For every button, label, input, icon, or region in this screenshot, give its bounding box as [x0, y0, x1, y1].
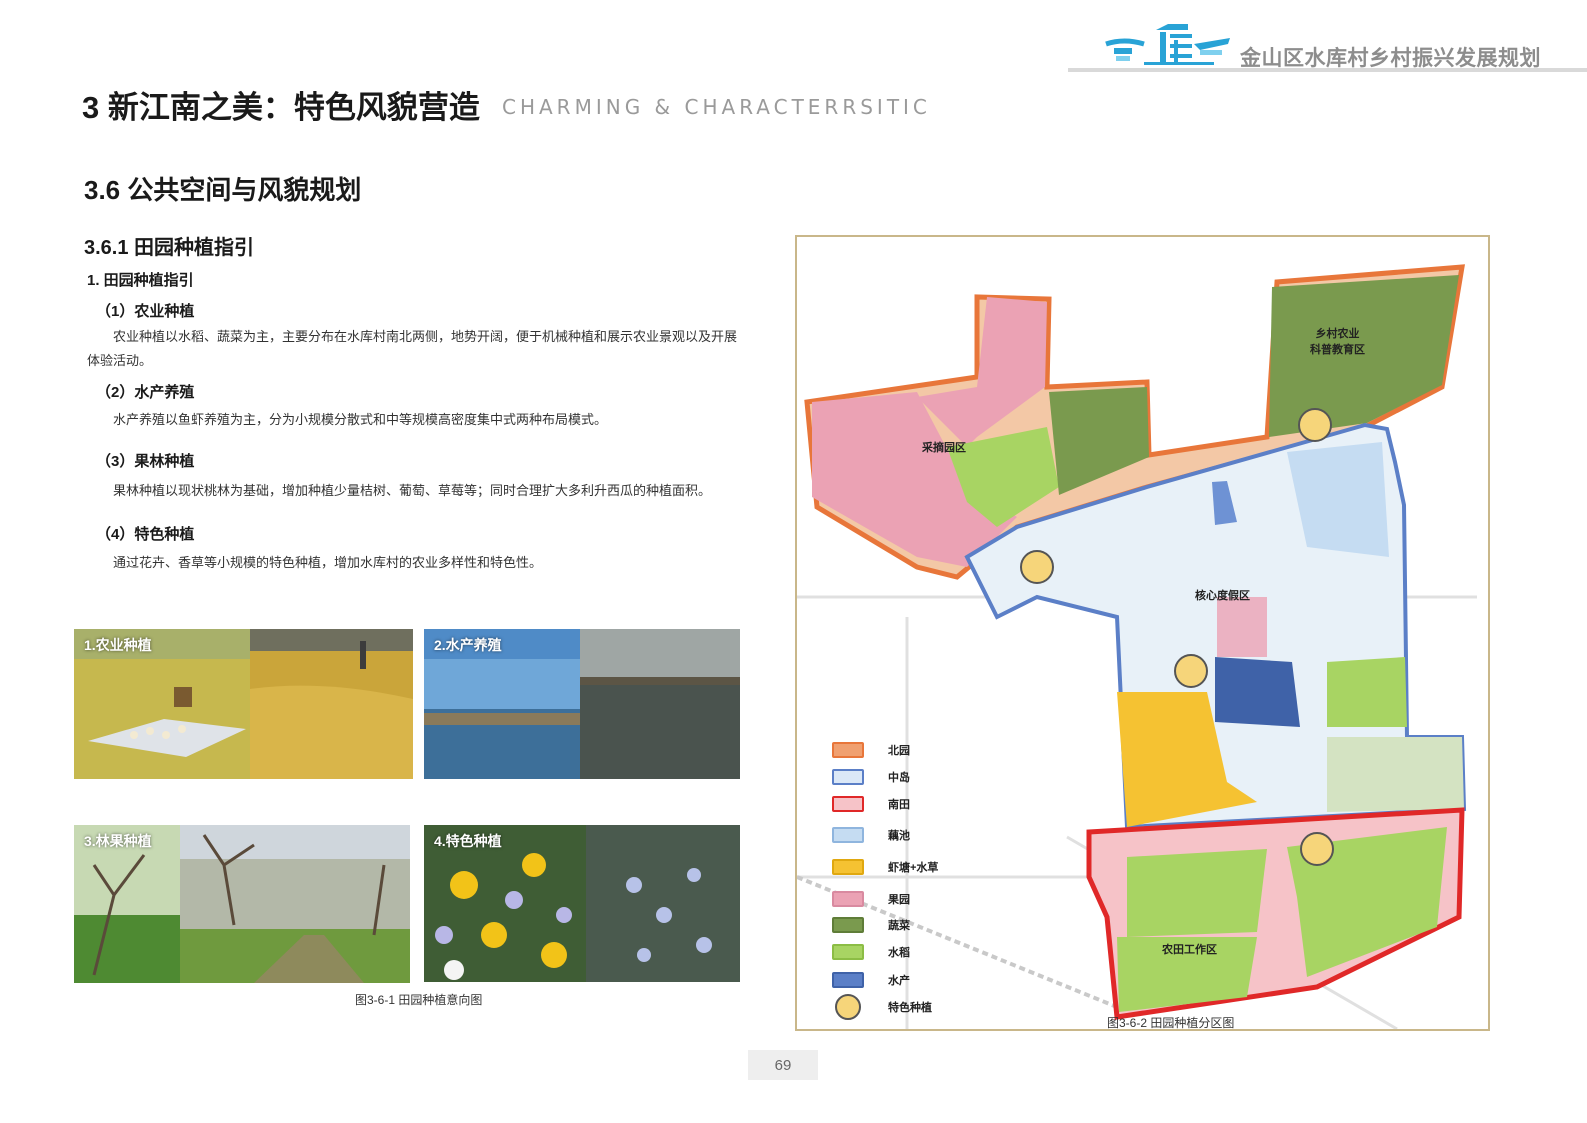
water-village-logo-icon	[1105, 24, 1230, 65]
legend-swatch	[832, 891, 864, 907]
legend-swatch	[832, 944, 864, 960]
legend-swatch	[832, 796, 864, 812]
zone-label-education-line1: 乡村农业	[1315, 328, 1360, 340]
zone-label-education-line2: 科普教育区	[1310, 344, 1365, 356]
legend-label: 南田	[888, 799, 910, 811]
photo-label: 1.农业种植	[84, 637, 152, 653]
legend-label: 藕池	[888, 830, 910, 842]
zone-label-farmland: 农田工作区	[1162, 944, 1217, 956]
legend-label: 北园	[888, 745, 910, 757]
item-body-agriculture: 农业种植以水稻、蔬菜为主，主要分布在水库村南北两侧，地势开阔，便于机械种植和展示…	[87, 329, 738, 368]
legend-label: 果园	[888, 894, 910, 906]
photo-label: 2.水产养殖	[434, 637, 502, 653]
photo-specialty: 4.特色种植	[424, 825, 740, 982]
map-drawing	[797, 264, 1477, 1029]
item-heading-orchard: （3）果林种植	[96, 453, 195, 470]
photo-label: 4.特色种植	[434, 833, 502, 849]
chapter-subtitle: CHARMING & CHARACTERRSITIC	[502, 95, 931, 119]
chapter-title: 3 新江南之美：特色风貌营造	[82, 90, 480, 125]
specialty-planting-marker-icon	[835, 994, 861, 1020]
item-heading-aquaculture: （2）水产养殖	[96, 384, 195, 401]
photo-label: 3.林果种植	[84, 833, 152, 849]
guide-title: 1. 田园种植指引	[87, 272, 194, 289]
legend-swatch	[832, 742, 864, 758]
photo-orchard: 3.林果种植	[74, 825, 410, 983]
page-number: 69	[774, 1057, 792, 1074]
legend-label: 特色种植	[888, 1002, 932, 1014]
item-body-orchard: 果林种植以现状桃林为基础，增加种植少量桔树、葡萄、草莓等；同时合理扩大多利升西瓜…	[113, 483, 712, 498]
zone-label-resort: 核心度假区	[1195, 590, 1250, 602]
legend-label: 中岛	[888, 772, 910, 784]
legend-label: 水稻	[888, 947, 910, 959]
figure-caption: 图3-6-1 田园种植意向图	[355, 993, 483, 1007]
item-body-specialty: 通过花卉、香草等小规模的特色种植，增加水库村的农业多样性和特色性。	[113, 555, 543, 570]
legend-swatch	[832, 827, 864, 843]
legend-swatch	[832, 769, 864, 785]
legend-label: 蔬菜	[888, 920, 910, 932]
item-body-aquaculture: 水产养殖以鱼虾养殖为主，分为小规模分散式和中等规模高密度集中式两种布局模式。	[113, 412, 608, 427]
photo-aquaculture: 2.水产养殖	[424, 629, 740, 779]
legend-swatch	[832, 859, 864, 875]
zone-label-picking: 采摘园区	[922, 442, 966, 454]
figure-caption: 图3-6-2 田园种植分区图	[1107, 1016, 1235, 1030]
planting-zone-map: 采摘园区 乡村农业 科普教育区 核心度假区 农田工作区	[795, 235, 1490, 1031]
subsection-title: 3.6.1 田园种植指引	[84, 237, 255, 259]
legend-label: 水产	[888, 975, 910, 987]
legend-swatch	[832, 972, 864, 988]
legend-swatch	[832, 917, 864, 933]
legend-label: 虾塘+水草	[888, 862, 939, 874]
item-heading-specialty: （4）特色种植	[96, 526, 195, 543]
section-title: 3.6 公共空间与风貌规划	[84, 175, 362, 205]
item-heading-agriculture: （1）农业种植	[96, 303, 195, 320]
header-divider	[1068, 68, 1587, 72]
zone-label-education: 乡村农业 科普教育区	[1310, 325, 1365, 357]
photo-agriculture: 1.农业种植	[74, 629, 413, 779]
